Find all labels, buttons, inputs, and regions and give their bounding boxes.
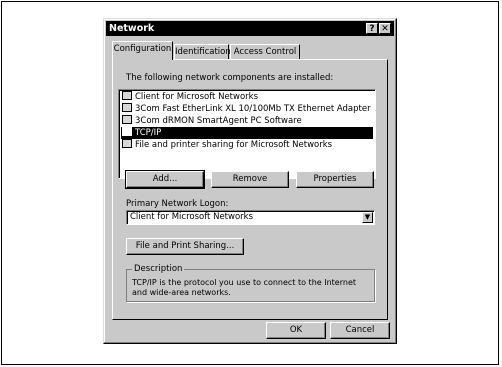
- remove-button[interactable]: Remove: [211, 171, 289, 188]
- cancel-button[interactable]: Cancel: [330, 322, 390, 339]
- file-print-sharing-button[interactable]: File and Print Sharing...: [126, 238, 244, 255]
- description-title: Description: [132, 264, 185, 274]
- components-label: The following network components are ins…: [126, 73, 334, 83]
- help-button[interactable]: ?: [366, 23, 378, 34]
- list-item[interactable]: Client for Microsoft Networks: [121, 91, 373, 103]
- network-adapter-icon: [122, 103, 132, 112]
- list-item[interactable]: File and printer sharing for Microsoft N…: [121, 139, 373, 151]
- dialog-title: Network: [109, 23, 155, 34]
- list-item-label: 3Com dRMON SmartAgent PC Software: [135, 116, 302, 126]
- primary-logon-select[interactable]: Client for Microsoft Networks ▼: [126, 210, 375, 225]
- description-text: TCP/IP is the protocol you use to connec…: [132, 278, 356, 297]
- tab-identification[interactable]: Identification: [174, 44, 231, 59]
- add-button[interactable]: Add...: [125, 170, 205, 189]
- list-item-label: TCP/IP: [135, 128, 162, 138]
- list-item[interactable]: TCP/IP: [121, 127, 373, 139]
- primary-logon-label: Primary Network Logon:: [126, 199, 229, 209]
- network-dialog: Network ? ✕ Configuration Identification…: [103, 18, 397, 344]
- list-item[interactable]: 3Com Fast EtherLink XL 10/100Mb TX Ether…: [121, 103, 373, 115]
- list-item[interactable]: 3Com dRMON SmartAgent PC Software: [121, 115, 373, 127]
- chevron-down-icon[interactable]: ▼: [362, 212, 373, 223]
- list-item-label: 3Com Fast EtherLink XL 10/100Mb TX Ether…: [135, 104, 371, 114]
- properties-button[interactable]: Properties: [296, 171, 374, 188]
- list-item-label: Client for Microsoft Networks: [135, 92, 259, 102]
- title-bar: Network ? ✕: [106, 21, 394, 36]
- protocol-icon: [122, 115, 132, 124]
- service-icon: [122, 139, 132, 148]
- protocol-icon: [122, 127, 132, 136]
- components-list[interactable]: Client for Microsoft Networks 3Com Fast …: [118, 89, 376, 179]
- tab-access-control[interactable]: Access Control: [230, 44, 300, 59]
- list-item-label: File and printer sharing for Microsoft N…: [135, 140, 333, 150]
- primary-logon-value: Client for Microsoft Networks: [130, 212, 254, 222]
- ok-button[interactable]: OK: [266, 322, 326, 339]
- description-group: Description TCP/IP is the protocol you u…: [126, 264, 375, 302]
- network-client-icon: [122, 91, 132, 100]
- tab-configuration[interactable]: Configuration: [112, 41, 173, 60]
- close-button[interactable]: ✕: [379, 23, 391, 34]
